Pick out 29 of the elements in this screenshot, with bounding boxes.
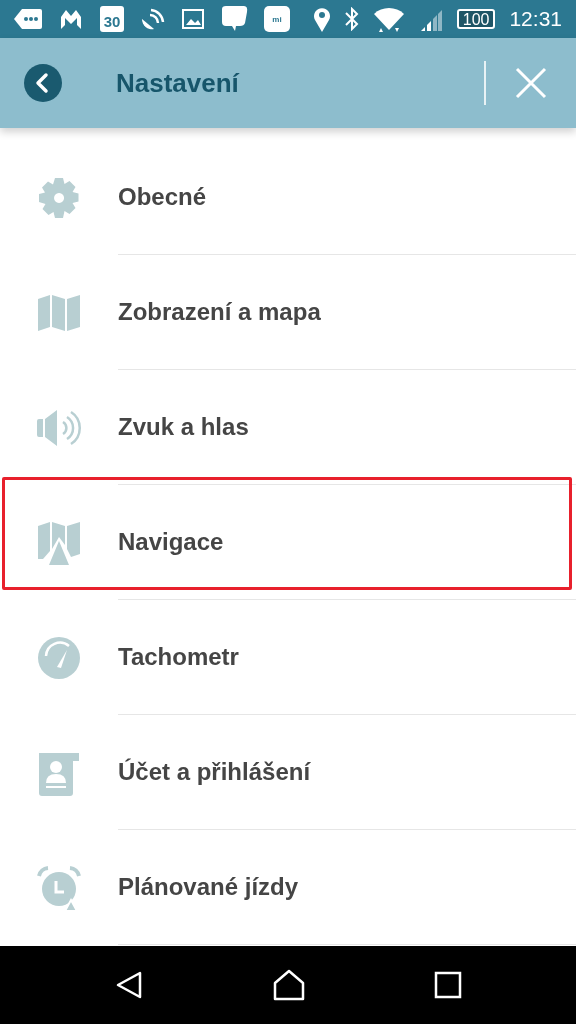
clock-time: 12:31 (509, 7, 562, 31)
speaker-icon (35, 408, 83, 447)
wifi-icon (372, 6, 405, 32)
alarm-clock-icon (35, 863, 83, 912)
calendar-icon: 30 (100, 6, 124, 32)
recent-apps-button[interactable] (434, 971, 462, 999)
map-icon (37, 293, 81, 332)
notification-tag-icon (14, 9, 42, 29)
home-button[interactable] (272, 969, 306, 1001)
image-icon (182, 9, 204, 29)
settings-item[interactable]: Obecné (118, 140, 576, 255)
back-nav-button[interactable] (114, 970, 144, 1000)
settings-item[interactable]: Navigace (118, 485, 576, 600)
settings-item[interactable]: Zvuk a hlas (118, 370, 576, 485)
app-logo-icon: mi (264, 6, 290, 32)
bluetooth-icon (344, 7, 359, 31)
settings-item[interactable]: Účet a přihlášení (118, 715, 576, 830)
back-button[interactable] (24, 64, 62, 102)
settings-item[interactable]: Tachometr (118, 600, 576, 715)
battery-indicator: 100 (456, 9, 496, 29)
gear-icon (37, 175, 81, 220)
chat-bubble-icon (220, 6, 248, 32)
settings-item[interactable]: Zobrazení a mapa (118, 255, 576, 370)
gauge-icon (37, 635, 81, 680)
map-arrow-icon (37, 520, 81, 565)
screen-title: Nastavení (116, 67, 241, 99)
location-pin-icon (312, 6, 331, 32)
settings-item[interactable]: Plánované jízdy (118, 830, 576, 945)
satellite-icon (140, 7, 166, 31)
